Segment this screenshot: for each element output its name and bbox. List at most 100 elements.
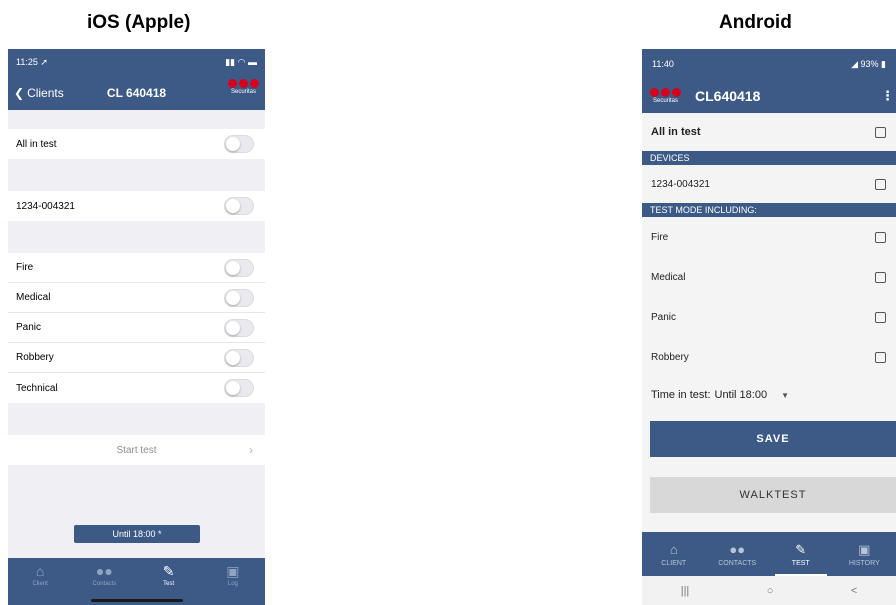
ios-heading: iOS (Apple) xyxy=(87,12,191,33)
tab-client-label: CLIENT xyxy=(661,559,687,567)
more-vert-icon[interactable]: ⋮ xyxy=(881,88,894,104)
fire-label: Fire xyxy=(16,262,34,273)
tab-client[interactable]: ⌂ Client xyxy=(8,558,72,605)
wifi-icon: ◠ xyxy=(237,57,246,67)
tab-log-label: Log xyxy=(227,581,238,587)
dropdown-arrow-icon: ▼ xyxy=(781,391,790,400)
ios-status-time-wrap: 11:25 ➚ xyxy=(16,57,48,68)
ios-status-bar: 11:25 ➚ ▮▮ ◠ ▬ xyxy=(8,49,265,76)
device-label: 1234-004321 xyxy=(16,200,75,212)
start-test-button[interactable]: Start test › xyxy=(8,435,265,465)
home-icon: ⌂ xyxy=(35,563,45,579)
devices-section: 1234-004321 xyxy=(8,191,265,221)
test-pen-icon: ✎ xyxy=(795,541,807,557)
battery-icon: ▬ xyxy=(248,57,257,67)
fire-label: Fire xyxy=(651,231,669,243)
robbery-row: Robbery xyxy=(642,337,896,377)
time-in-test-dropdown[interactable]: Until 18:00 ▼ xyxy=(715,389,790,401)
technical-label: Technical xyxy=(16,382,58,394)
medical-checkbox[interactable] xyxy=(875,271,886,283)
chevron-left-icon: ❮ xyxy=(14,86,25,100)
all-in-test-label: All in test xyxy=(651,126,701,138)
ios-tab-bar: ⌂ Client ●● Contacts ✎ Test ▣ Log xyxy=(8,558,265,605)
walktest-button[interactable]: WALKTEST xyxy=(650,477,896,513)
device-row: 1234-004321 xyxy=(642,165,896,203)
ios-status-icons: ▮▮ ◠ ▬ xyxy=(225,57,257,68)
test-mode-list[interactable]: Fire Medical Panic Robbery xyxy=(642,217,896,377)
robbery-label: Robbery xyxy=(651,351,689,363)
tab-test[interactable]: ✎ Test xyxy=(137,558,201,605)
contacts-icon: ●● xyxy=(729,541,746,557)
signal-icon: ◢ xyxy=(851,58,858,69)
all-in-test-section: All in test xyxy=(8,129,265,159)
tab-contacts-label: CONTACTS xyxy=(718,559,757,567)
contacts-icon: ●● xyxy=(95,563,113,579)
technical-toggle[interactable] xyxy=(224,379,254,397)
page-title: CL640418 xyxy=(695,88,761,104)
tab-test-label: TEST xyxy=(791,559,810,567)
save-button[interactable]: SAVE xyxy=(650,421,896,457)
device-row: 1234-004321 xyxy=(8,191,265,221)
home-icon: ⌂ xyxy=(669,541,678,557)
device-label: 1234-004321 xyxy=(651,178,710,190)
back-button-label: Clients xyxy=(27,86,64,100)
android-tab-bar: ⌂ CLIENT ●● CONTACTS ✎ TEST ▣ HISTORY xyxy=(642,532,896,576)
all-in-test-toggle[interactable] xyxy=(224,135,254,153)
android-app-bar: Securitas CL640418 ⋮ xyxy=(642,79,896,113)
medical-row: Medical xyxy=(642,257,896,297)
panic-checkbox[interactable] xyxy=(875,311,886,323)
panic-label: Panic xyxy=(16,322,42,333)
back-button[interactable]: ❮ Clients xyxy=(14,86,64,100)
android-battery: 93% xyxy=(860,58,879,69)
medical-label: Medical xyxy=(16,292,51,303)
robbery-label: Robbery xyxy=(16,352,54,363)
panic-row: Panic xyxy=(642,297,896,337)
all-in-test-row: All in test xyxy=(642,113,896,151)
android-status-bar: 11:40 ◢ 93% ▮ xyxy=(642,49,896,79)
time-in-test-label: Time in test: xyxy=(651,389,711,401)
back-nav-button[interactable]: < xyxy=(851,585,857,597)
test-pen-icon: ✎ xyxy=(162,563,175,579)
robbery-checkbox[interactable] xyxy=(875,351,886,363)
signal-icon: ▮▮ xyxy=(225,57,236,67)
clipboard-icon: ▣ xyxy=(858,541,871,557)
securitas-logo: Securitas xyxy=(650,88,681,104)
ios-status-time: 11:25 xyxy=(16,57,38,67)
time-in-test-value: Until 18:00 xyxy=(714,389,768,401)
android-system-nav: ||| ○ < xyxy=(642,576,896,605)
until-time-button[interactable]: Until 18:00 * xyxy=(74,525,200,543)
tab-test[interactable]: ✎ TEST xyxy=(769,532,833,576)
panic-toggle[interactable] xyxy=(224,318,254,337)
tab-history[interactable]: ▣ HISTORY xyxy=(833,532,896,576)
time-in-test-row: Time in test: Until 18:00 ▼ xyxy=(642,377,896,413)
tab-history-label: HISTORY xyxy=(848,559,880,567)
tab-contacts[interactable]: ●● CONTACTS xyxy=(706,532,770,576)
tab-client-label: Client xyxy=(32,581,48,587)
all-in-test-checkbox[interactable] xyxy=(875,126,886,138)
technical-row: Technical xyxy=(8,373,265,403)
recents-button[interactable]: ||| xyxy=(681,585,690,597)
tab-contacts[interactable]: ●● Contacts xyxy=(72,558,136,605)
fire-row: Fire xyxy=(8,253,265,283)
medical-toggle[interactable] xyxy=(224,288,254,307)
robbery-row: Robbery xyxy=(8,343,265,373)
tab-log[interactable]: ▣ Log xyxy=(201,558,265,605)
test-mode-section: Fire Medical Panic Robbery Technical xyxy=(8,253,265,403)
android-heading: Android xyxy=(719,12,792,33)
home-indicator xyxy=(91,599,183,602)
tab-client[interactable]: ⌂ CLIENT xyxy=(642,532,706,576)
home-button[interactable]: ○ xyxy=(767,585,774,597)
all-in-test-row: All in test xyxy=(8,129,265,159)
device-checkbox[interactable] xyxy=(875,178,886,190)
robbery-toggle[interactable] xyxy=(224,348,254,367)
battery-icon: ▮ xyxy=(881,58,886,69)
test-mode-header: TEST MODE INCLUDING: xyxy=(642,203,896,217)
securitas-logo: Securitas xyxy=(228,79,259,95)
fire-toggle[interactable] xyxy=(224,258,254,277)
device-toggle[interactable] xyxy=(224,197,254,215)
medical-row: Medical xyxy=(8,283,265,313)
fire-checkbox[interactable] xyxy=(875,231,886,243)
